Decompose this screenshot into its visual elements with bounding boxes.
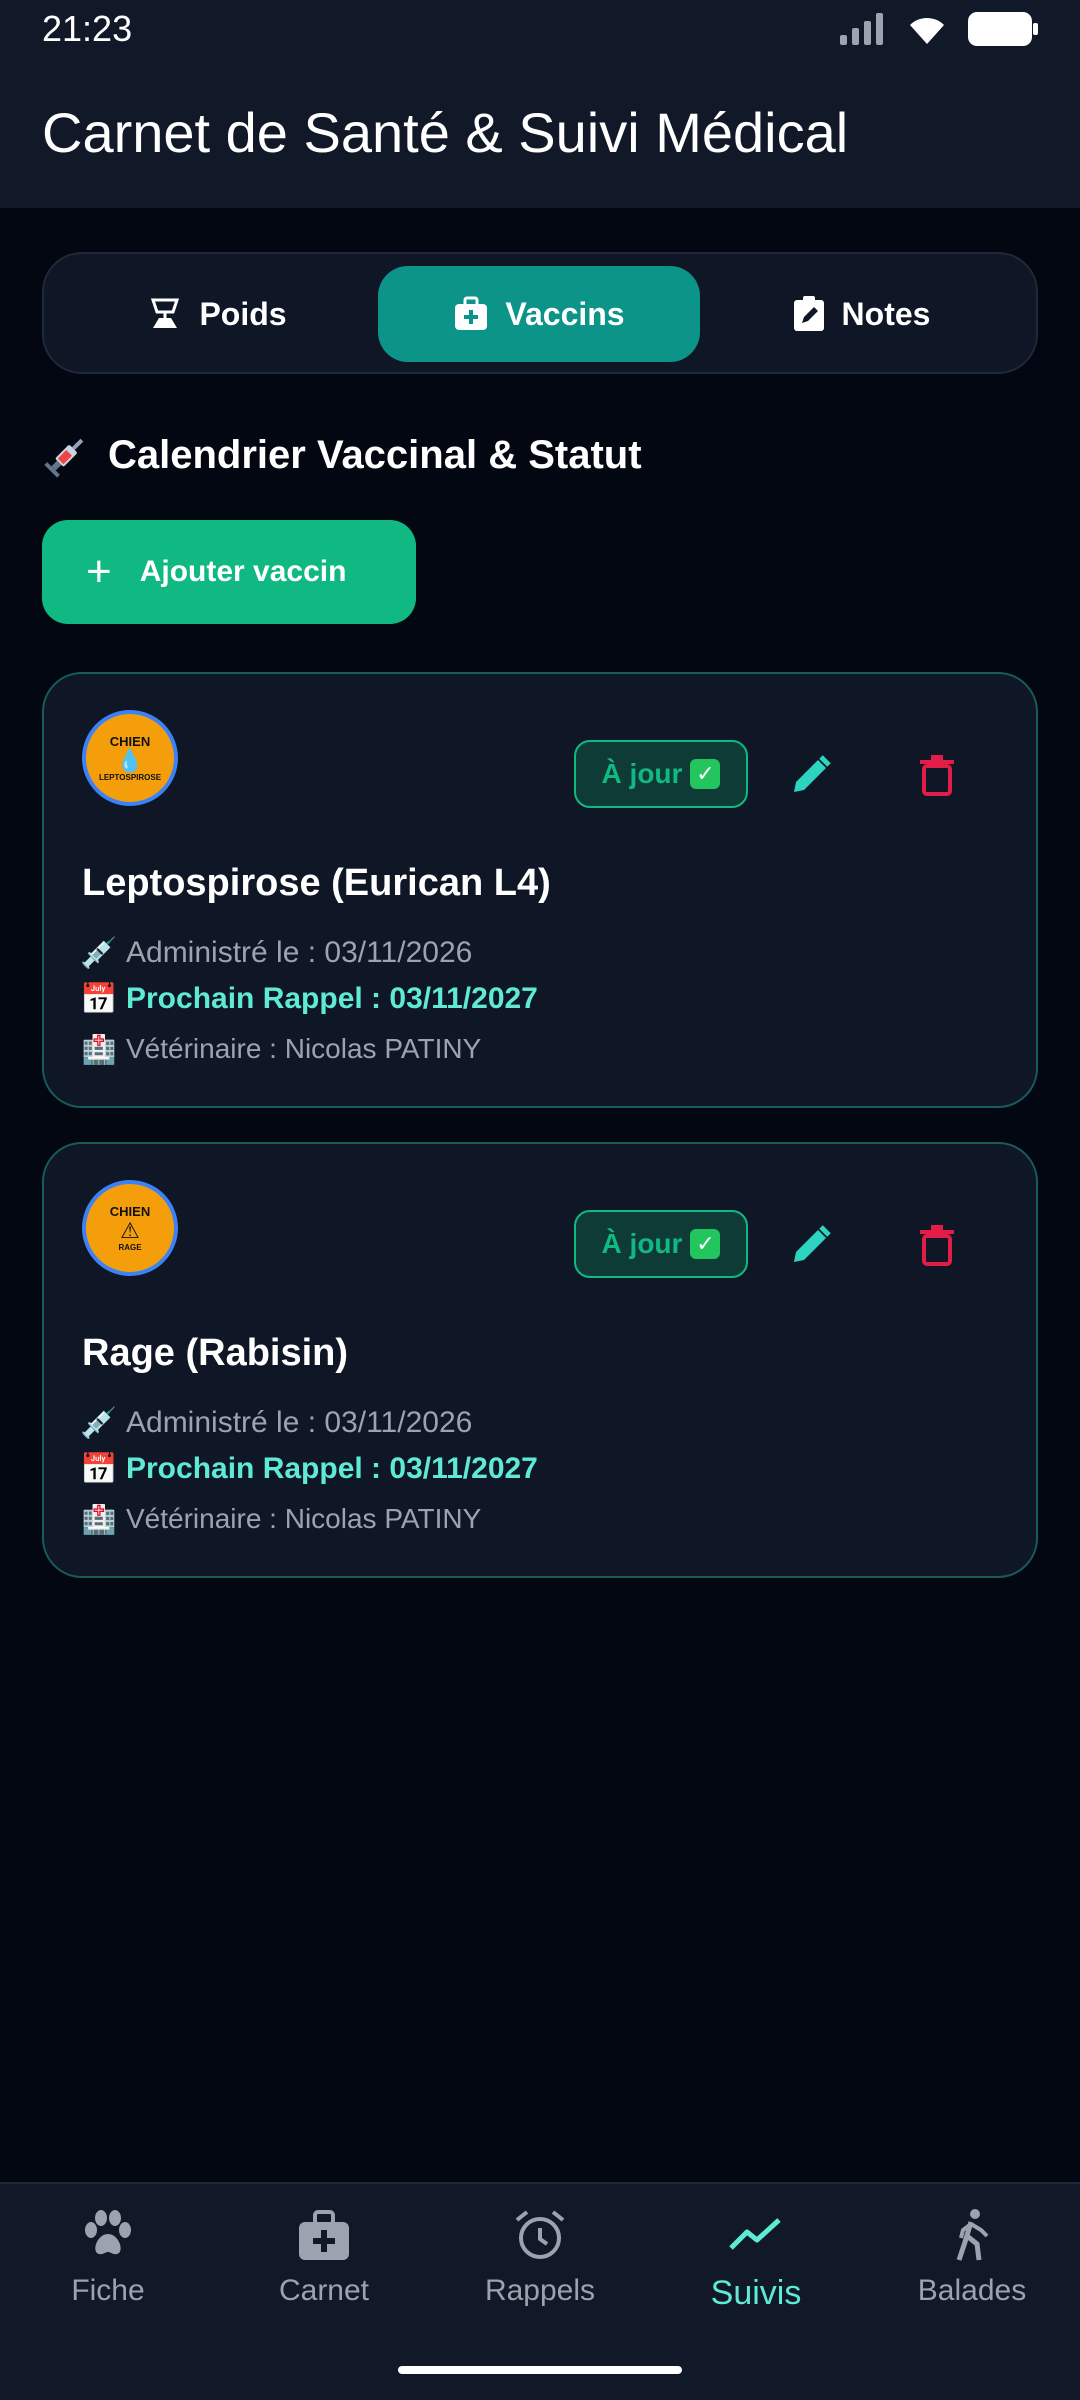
check-icon: ✓ xyxy=(690,759,721,789)
battery-icon xyxy=(968,12,1038,46)
status-badge: À jour ✓ xyxy=(574,1210,748,1278)
badge-main: LEPTOSPIROSE xyxy=(98,773,162,783)
home-indicator[interactable] xyxy=(398,2366,682,2374)
hospital-icon: 🏥 xyxy=(81,1503,117,1535)
syringe-icon xyxy=(44,438,84,478)
tab-poids[interactable]: Poids xyxy=(56,266,378,362)
nav-balades[interactable]: Balades xyxy=(864,2208,1080,2348)
status-text: À jour xyxy=(601,758,683,789)
vaccine-name: Leptospirose (Eurican L4) xyxy=(82,862,551,904)
paw-icon xyxy=(85,2210,131,2255)
vet-name: Vétérinaire : Nicolas PATINY xyxy=(126,1503,482,1534)
add-vaccine-label: Ajouter vaccin xyxy=(139,555,347,588)
syringe-icon: 💉 xyxy=(80,936,118,970)
next-recall-line: 📅 Prochain Rappel : 03/11/2027 xyxy=(80,982,538,1016)
medical-kit-icon xyxy=(455,296,488,330)
status-icons xyxy=(840,12,1038,46)
delete-icon[interactable] xyxy=(914,1222,960,1268)
section-title-text: Calendrier Vaccinal & Statut xyxy=(108,432,642,477)
vaccine-card: CHIEN 💧 LEPTOSPIROSE À jour ✓ Leptospiro… xyxy=(42,672,1038,1108)
edit-icon[interactable] xyxy=(788,752,834,798)
wifi-icon xyxy=(910,17,944,44)
trend-icon xyxy=(729,2218,781,2250)
administered-line: 💉 Administré le : 03/11/2026 xyxy=(80,1406,473,1440)
nav-carnet[interactable]: Carnet xyxy=(216,2208,432,2348)
nav-label: Fiche xyxy=(71,2274,145,2307)
app-header: 21:23 Carnet de Santé & Suivi Médical xyxy=(0,0,1080,208)
walk-icon xyxy=(956,2209,989,2261)
edit-icon[interactable] xyxy=(788,1222,834,1268)
vet-line: 🏥 Vétérinaire : Nicolas PATINY xyxy=(81,1502,482,1536)
administered-line: 💉 Administré le : 03/11/2026 xyxy=(80,936,473,970)
nav-label: Rappels xyxy=(484,2274,596,2307)
tab-label: Poids xyxy=(199,295,287,332)
vaccine-name: Rage (Rabisin) xyxy=(82,1332,349,1374)
syringe-icon: 💉 xyxy=(80,1406,118,1440)
administered-date: Administré le : 03/11/2026 xyxy=(126,1406,473,1439)
calendar-icon: 📅 xyxy=(80,1452,118,1486)
nav-suivis[interactable]: Suivis xyxy=(648,2208,864,2348)
status-text: À jour xyxy=(601,1228,683,1259)
alarm-icon xyxy=(515,2210,565,2259)
tab-label: Vaccins xyxy=(505,295,625,332)
nav-rappels[interactable]: Rappels xyxy=(432,2208,648,2348)
tab-bar: Poids Vaccins Notes xyxy=(42,252,1038,374)
plus-icon: + xyxy=(86,547,112,596)
medical-kit-icon xyxy=(299,2210,349,2260)
delete-icon[interactable] xyxy=(914,752,960,798)
calendar-icon: 📅 xyxy=(80,982,118,1016)
vaccine-badge-image: CHIEN 💧 LEPTOSPIROSE xyxy=(82,710,178,806)
badge-top: CHIEN xyxy=(109,1203,151,1219)
check-icon: ✓ xyxy=(690,1229,721,1259)
badge-main: RAGE xyxy=(118,1243,142,1253)
next-recall-date: Prochain Rappel : 03/11/2027 xyxy=(126,982,538,1015)
nav-fiche[interactable]: Fiche xyxy=(0,2208,216,2348)
clipboard-edit-icon xyxy=(793,296,824,331)
scale-icon xyxy=(151,298,180,328)
vaccine-badge-image: CHIEN ⚠ RAGE xyxy=(82,1180,178,1276)
tab-label: Notes xyxy=(841,295,931,332)
nav-label: Balades xyxy=(917,2274,1027,2307)
hospital-icon: 🏥 xyxy=(81,1033,117,1065)
administered-date: Administré le : 03/11/2026 xyxy=(126,936,473,969)
badge-top: CHIEN xyxy=(109,733,151,749)
status-badge: À jour ✓ xyxy=(574,740,748,808)
drop-icon: 💧 xyxy=(116,747,144,773)
vet-name: Vétérinaire : Nicolas PATINY xyxy=(126,1033,482,1064)
section-title: Calendrier Vaccinal & Statut xyxy=(42,430,642,480)
nav-label: Carnet xyxy=(278,2274,370,2307)
tab-notes[interactable]: Notes xyxy=(700,266,1022,362)
add-vaccine-button[interactable]: + Ajouter vaccin xyxy=(42,520,416,624)
vaccine-card: CHIEN ⚠ RAGE À jour ✓ Rage (Rabisin) 💉 A… xyxy=(42,1142,1038,1578)
signal-icon xyxy=(840,13,883,45)
vet-line: 🏥 Vétérinaire : Nicolas PATINY xyxy=(81,1032,482,1066)
next-recall-date: Prochain Rappel : 03/11/2027 xyxy=(126,1452,538,1485)
next-recall-line: 📅 Prochain Rappel : 03/11/2027 xyxy=(80,1452,538,1486)
warning-icon: ⚠ xyxy=(120,1217,140,1243)
nav-label: Suivis xyxy=(710,2274,802,2312)
tab-vaccins[interactable]: Vaccins xyxy=(378,266,700,362)
page-title: Carnet de Santé & Suivi Médical xyxy=(42,101,849,164)
status-time: 21:23 xyxy=(42,8,133,49)
